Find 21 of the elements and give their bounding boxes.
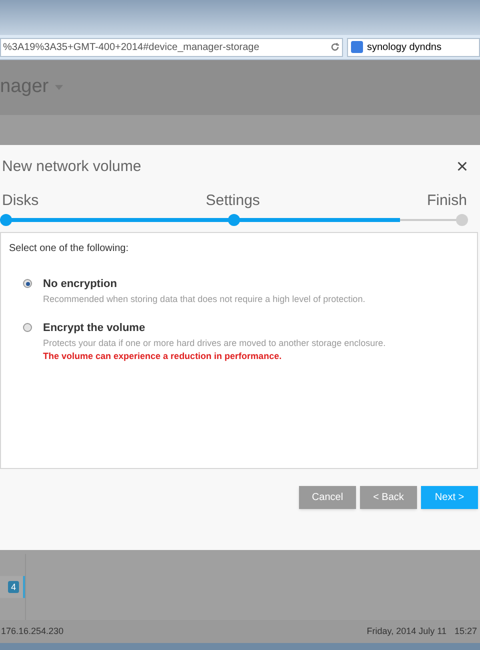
time-text: 15:27 (454, 624, 477, 638)
dialog-title: New network volume (2, 156, 142, 177)
radio-button[interactable] (23, 323, 32, 332)
option-label: No encryption (43, 277, 118, 292)
date-text: Friday, 2014 July 11 (366, 624, 446, 638)
count-badge: 4 (8, 581, 19, 593)
radio-button[interactable] (23, 279, 32, 288)
option-description: Protects your data if one or more hard drives are moved to another storage enclosure. (43, 336, 386, 350)
option-label: Encrypt the volume (43, 321, 146, 336)
step-label: Settings (206, 190, 260, 211)
search-field[interactable]: synology dyndns (347, 38, 480, 56)
prompt-text: Select one of the following: (9, 242, 130, 256)
search-engine-icon[interactable] (351, 41, 363, 53)
close-button[interactable]: × (456, 157, 468, 177)
warning-text: The volume can experience a reduction in performance. (43, 350, 283, 363)
step-label: Finish (426, 190, 467, 211)
refresh-icon[interactable] (330, 42, 340, 52)
address-field[interactable]: %3A19%3A35+GMT-400+2014#device_manager-storage (0, 38, 343, 56)
step-label: Disks (2, 190, 39, 211)
ip-address: 176.16.254.230 (1, 624, 64, 638)
option-description: Recommended when storing data that does not require a high level of protection. (43, 292, 366, 306)
